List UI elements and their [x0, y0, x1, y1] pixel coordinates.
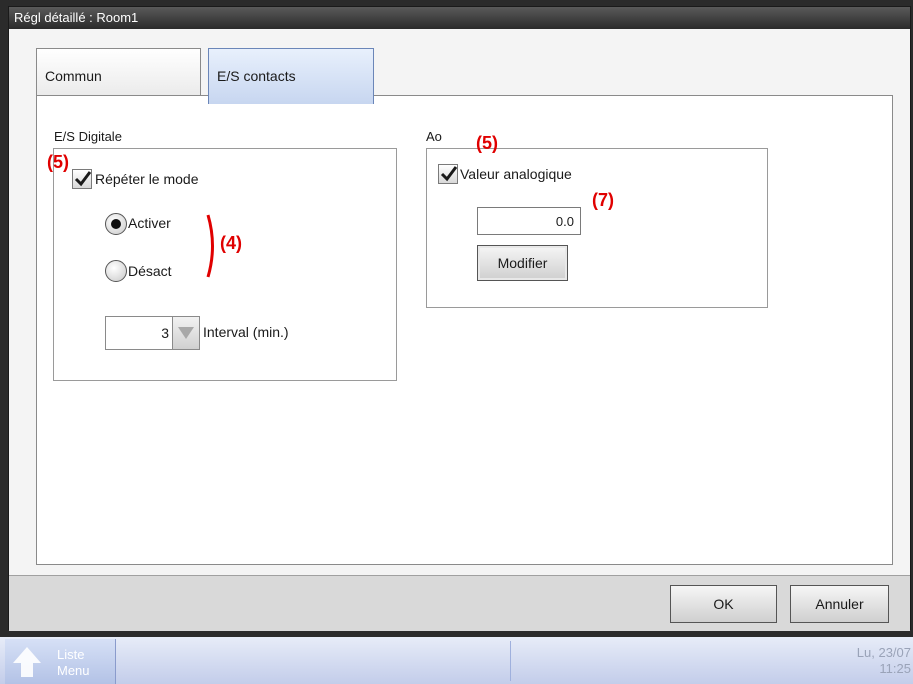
digital-io-group: Répéter le mode Activer Désact 3 Interva…: [53, 148, 397, 381]
repeat-mode-checkbox[interactable]: [72, 169, 92, 189]
radio-activer[interactable]: [105, 213, 127, 235]
menu-list-button[interactable]: Liste Menu: [5, 639, 116, 684]
menu-list-line1: Liste: [57, 647, 85, 662]
interval-value: 3: [161, 325, 169, 341]
annotation-4: (4): [220, 233, 242, 253]
dialog-button-bar: OK Annuler: [9, 575, 910, 631]
repeat-mode-label: Répéter le mode: [95, 171, 199, 187]
annotation-5-left: (5): [47, 152, 69, 172]
radio-desact-label: Désact: [128, 263, 172, 279]
date-display: Lu, 23/07: [856, 645, 911, 660]
analog-value-checkbox[interactable]: [438, 164, 458, 184]
cancel-button[interactable]: Annuler: [790, 585, 889, 623]
menu-list-line2: Menu: [57, 663, 90, 678]
interval-spinner[interactable]: 3: [105, 316, 200, 350]
tab-content-panel: E/S Digitale Répéter le mode Activer Dés…: [36, 95, 893, 565]
radio-selected-dot: [111, 219, 121, 229]
tab-commun[interactable]: Commun: [36, 48, 201, 102]
radio-desact[interactable]: [105, 260, 127, 282]
radio-activer-label: Activer: [128, 215, 171, 231]
analog-value-label: Valeur analogique: [460, 166, 572, 182]
interval-dropdown-button[interactable]: [172, 317, 199, 349]
interval-label: Interval (min.): [203, 324, 289, 340]
modifier-button[interactable]: Modifier: [477, 245, 568, 281]
check-icon: [440, 166, 458, 182]
check-icon: [74, 171, 92, 187]
ok-button[interactable]: OK: [670, 585, 777, 623]
annotation-5-right: (5): [476, 133, 498, 153]
taskbar: Liste Menu Lu, 23/07 11:25: [0, 637, 913, 684]
time-display: 11:25: [879, 661, 911, 676]
arrow-up-icon: [13, 647, 41, 677]
digital-io-group-label: E/S Digitale: [54, 129, 122, 144]
annotation-7: (7): [592, 190, 614, 210]
tab-es-contacts[interactable]: E/S contacts: [208, 48, 374, 104]
ao-group-label: Ao: [426, 129, 442, 144]
analog-value-field[interactable]: 0.0: [477, 207, 581, 235]
dialog-title: Régl détaillé : Room1: [9, 7, 910, 29]
ao-group: Valeur analogique 0.0 Modifier: [426, 148, 768, 308]
dialog-window: Régl détaillé : Room1 Commun E/S contact…: [8, 6, 911, 631]
taskbar-divider: [510, 641, 511, 681]
bracket-icon: [206, 214, 214, 278]
triangle-down-icon: [178, 327, 194, 339]
